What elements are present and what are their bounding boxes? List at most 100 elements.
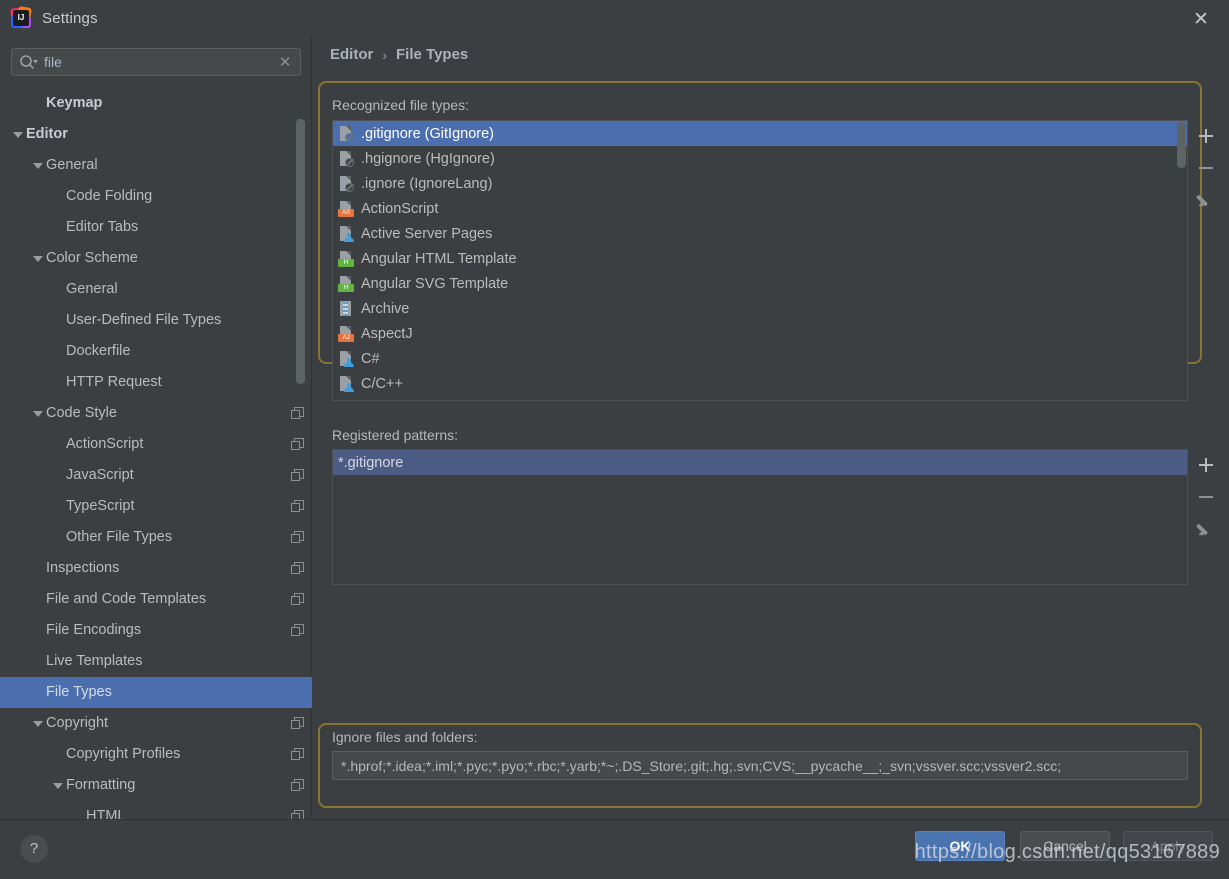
sidebar-item-editor[interactable]: Editor: [0, 119, 312, 150]
sidebar-item-code-folding[interactable]: Code Folding: [0, 181, 312, 212]
recognized-file-type-row[interactable]: H Angular SVG Template: [333, 271, 1187, 296]
sidebar-item-formatting[interactable]: Formatting: [0, 770, 312, 801]
sidebar-item-live-templates[interactable]: Live Templates: [0, 646, 312, 677]
search-box[interactable]: ✕: [11, 48, 301, 76]
copy-settings-icon[interactable]: [291, 779, 304, 792]
sidebar-item-html[interactable]: HTML: [0, 801, 312, 819]
clear-icon[interactable]: ✕: [270, 49, 300, 75]
chevron-down-icon[interactable]: [30, 398, 46, 429]
sidebar-item-file-encodings[interactable]: File Encodings: [0, 615, 312, 646]
registered-pattern-row[interactable]: *.gitignore: [333, 450, 1187, 475]
help-button[interactable]: ?: [20, 835, 48, 863]
copy-settings-icon[interactable]: [291, 407, 304, 420]
registered-patterns-list[interactable]: *.gitignore: [332, 449, 1188, 585]
file-person-icon: [338, 350, 354, 367]
copy-settings-icon[interactable]: [291, 748, 304, 761]
copy-settings-icon[interactable]: [291, 810, 304, 819]
remove-file-type-button[interactable]: [1191, 152, 1221, 184]
recognized-file-type-row[interactable]: C/C++: [333, 371, 1187, 396]
settings-content: Editor › File Types Recognized file type…: [313, 36, 1229, 829]
recognized-file-type-row[interactable]: Active Server Pages: [333, 221, 1187, 246]
sidebar-item-actionscript[interactable]: ActionScript: [0, 429, 312, 460]
file-archive-icon: [338, 300, 354, 317]
sidebar-item-http-request[interactable]: HTTP Request: [0, 367, 312, 398]
recognized-file-type-row[interactable]: Cascading Style Sheet: [333, 396, 1187, 400]
recognized-file-type-row[interactable]: Archive: [333, 296, 1187, 321]
sidebar-item-general[interactable]: General: [0, 150, 312, 181]
recognized-file-type-row[interactable]: .gitignore (GitIgnore): [333, 121, 1187, 146]
copy-settings-icon[interactable]: [291, 500, 304, 513]
edit-file-type-button[interactable]: [1191, 184, 1221, 216]
apply-button[interactable]: Apply: [1123, 831, 1213, 861]
sidebar-item-file-types[interactable]: File Types: [0, 677, 312, 708]
ok-button[interactable]: OK: [915, 831, 1005, 861]
sidebar-item-code-style[interactable]: Code Style: [0, 398, 312, 429]
sidebar-scrollbar[interactable]: [296, 119, 305, 384]
sidebar-item-label: Inspections: [46, 560, 120, 576]
file-person-icon: [338, 225, 354, 242]
sidebar-item-label: Live Templates: [46, 653, 143, 669]
sidebar-item-general[interactable]: General: [0, 274, 312, 305]
chevron-down-icon[interactable]: [10, 119, 26, 150]
recognized-list-scrollbar[interactable]: [1177, 122, 1186, 168]
sidebar-item-copyright[interactable]: Copyright: [0, 708, 312, 739]
recognized-file-type-row[interactable]: C#: [333, 346, 1187, 371]
sidebar-item-copyright-profiles[interactable]: Copyright Profiles: [0, 739, 312, 770]
search-input[interactable]: [44, 54, 270, 70]
copy-settings-icon[interactable]: [291, 531, 304, 544]
recognized-file-type-row[interactable]: AS ActionScript: [333, 196, 1187, 221]
copy-settings-icon[interactable]: [291, 438, 304, 451]
sidebar-item-typescript[interactable]: TypeScript: [0, 491, 312, 522]
sidebar-item-label: File and Code Templates: [46, 591, 207, 607]
sidebar-item-label: Other File Types: [66, 529, 173, 545]
sidebar-item-label: HTTP Request: [66, 374, 162, 390]
sidebar-item-file-and-code-templates[interactable]: File and Code Templates: [0, 584, 312, 615]
recognized-file-type-label: Archive: [361, 300, 410, 317]
cancel-button[interactable]: Cancel: [1020, 831, 1110, 861]
intellij-idea-logo-icon: [10, 5, 32, 29]
registered-pattern-label: *.gitignore: [338, 454, 404, 471]
recognized-file-type-label: .ignore (IgnoreLang): [361, 175, 493, 192]
sidebar-item-color-scheme[interactable]: Color Scheme: [0, 243, 312, 274]
edit-pattern-button[interactable]: [1191, 513, 1221, 545]
chevron-down-icon[interactable]: [50, 770, 66, 801]
chevron-down-icon[interactable]: [30, 150, 46, 181]
copy-settings-icon[interactable]: [291, 469, 304, 482]
copy-settings-icon[interactable]: [291, 717, 304, 730]
breadcrumb-parent[interactable]: Editor: [330, 46, 373, 63]
settings-dialog: Settings ✕ ✕ Keymap Editor General Code Fol…: [0, 0, 1229, 879]
settings-tree[interactable]: Keymap Editor General Code Folding Editor Ta…: [0, 88, 312, 819]
sidebar-item-inspections[interactable]: Inspections: [0, 553, 312, 584]
recognized-file-types-list[interactable]: .gitignore (GitIgnore) .hgignore (HgIgnor…: [332, 120, 1188, 401]
sidebar-item-other-file-types[interactable]: Other File Types: [0, 522, 312, 553]
chevron-down-icon[interactable]: [30, 708, 46, 739]
chevron-down-icon[interactable]: [30, 243, 46, 274]
close-icon[interactable]: ✕: [1183, 6, 1219, 32]
sidebar-item-editor-tabs[interactable]: Editor Tabs: [0, 212, 312, 243]
sidebar-item-dockerfile[interactable]: Dockerfile: [0, 336, 312, 367]
copy-settings-icon[interactable]: [291, 593, 304, 606]
sidebar-item-label: File Encodings: [46, 622, 142, 638]
file-ignore-icon: [338, 175, 354, 192]
pencil-icon: [1195, 192, 1214, 209]
breadcrumb-separator-icon: ›: [382, 46, 388, 63]
ignore-files-input[interactable]: [332, 751, 1188, 780]
remove-pattern-button[interactable]: [1191, 481, 1221, 513]
recognized-file-type-row[interactable]: H Angular HTML Template: [333, 246, 1187, 271]
recognized-file-type-row[interactable]: AJ AspectJ: [333, 321, 1187, 346]
sidebar-item-keymap[interactable]: Keymap: [0, 88, 312, 119]
sidebar-item-user-defined-file-types[interactable]: User-Defined File Types: [0, 305, 312, 336]
recognized-file-type-label: ActionScript: [361, 200, 439, 217]
add-pattern-button[interactable]: [1191, 449, 1221, 481]
recognized-file-type-row[interactable]: .hgignore (HgIgnore): [333, 146, 1187, 171]
copy-settings-icon[interactable]: [291, 562, 304, 575]
search-icon[interactable]: [12, 49, 46, 75]
sidebar-item-javascript[interactable]: JavaScript: [0, 460, 312, 491]
add-file-type-button[interactable]: [1191, 120, 1221, 152]
file-ignore-icon: [338, 150, 354, 167]
recognized-file-type-row[interactable]: .ignore (IgnoreLang): [333, 171, 1187, 196]
copy-settings-icon[interactable]: [291, 624, 304, 637]
